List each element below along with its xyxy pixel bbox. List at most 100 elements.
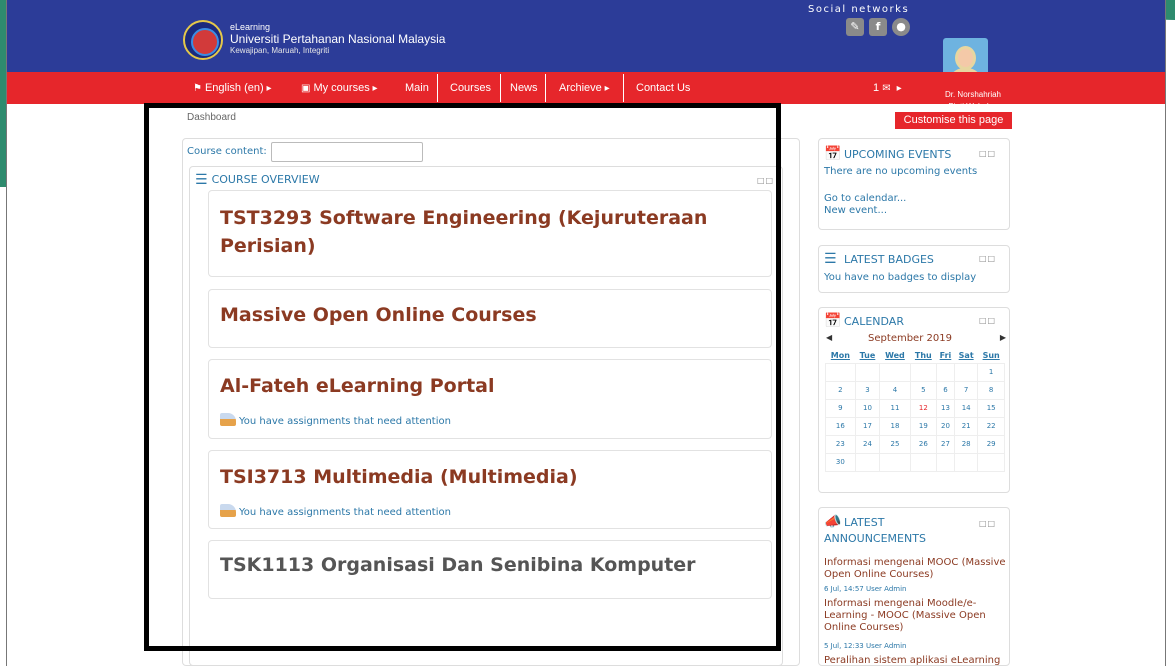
calendar-day[interactable]: 17 — [854, 416, 881, 436]
calendar-day[interactable]: 23 — [825, 434, 856, 454]
calendar-day[interactable]: 16 — [825, 416, 856, 436]
nav-courses[interactable]: Courses — [450, 72, 491, 104]
calendar-day — [909, 362, 937, 382]
next-month-icon[interactable]: ▶ — [1000, 333, 1006, 342]
nav-main[interactable]: Main — [405, 72, 429, 104]
course-content-search-input[interactable] — [271, 142, 423, 162]
breadcrumb[interactable]: Dashboard — [187, 112, 236, 123]
nav-contact[interactable]: Contact Us — [636, 72, 690, 104]
nav-archieve[interactable]: Archieve ▸ — [559, 72, 613, 104]
announcements-heading-line1: LATEST — [844, 516, 885, 529]
briefcase-icon: ▣ — [301, 83, 311, 94]
calendar-week-row: 30 — [825, 452, 1005, 472]
announcement-link[interactable]: Informasi mengenai MOOC (Massive Open Onl… — [824, 557, 1009, 581]
calendar-day[interactable]: 18 — [879, 416, 911, 436]
announcement-link[interactable]: Informasi mengenai Moodle/e- Learning - M… — [824, 598, 1009, 634]
calendar-day — [854, 362, 881, 382]
calendar-day — [977, 452, 1005, 472]
assignment-alert[interactable]: You have assignments that need attention — [220, 504, 451, 518]
course-title-link[interactable]: TSI3713 Multimedia (Multimedia) — [220, 463, 578, 491]
university-logo[interactable] — [183, 20, 223, 60]
course-item[interactable]: TSK1113 Organisasi Dan Senibina Komputer — [208, 540, 772, 599]
latest-badges-title: ☰ LATEST BADGES — [824, 251, 934, 267]
caret-right-icon: ▸ — [369, 83, 378, 94]
announcement-link[interactable]: Peralihan sistem aplikasi eLearning — [824, 655, 1009, 666]
course-title-link[interactable]: TST3293 Software Engineering (Kejurutera… — [220, 204, 707, 260]
new-event-link[interactable]: New event... — [824, 205, 887, 217]
announcement-meta: 5 Jul, 12:33 User Admin — [824, 642, 907, 650]
course-title-link[interactable]: Massive Open Online Courses — [220, 301, 537, 329]
calendar-day[interactable]: 19 — [909, 416, 937, 436]
calendar-day[interactable]: 14 — [954, 398, 979, 418]
caret-right-icon: ▸ — [601, 83, 610, 94]
course-item[interactable]: TST3293 Software Engineering (Kejurutera… — [208, 190, 772, 277]
calendar-day[interactable]: 9 — [825, 398, 856, 418]
block-controls-icon[interactable]: □□ — [757, 176, 774, 185]
customise-page-button[interactable]: Customise this page — [895, 112, 1012, 129]
calendar-day — [935, 452, 956, 472]
nav-divider — [437, 74, 438, 102]
calendar-day[interactable]: 10 — [854, 398, 881, 418]
calendar-day[interactable]: 6 — [935, 380, 956, 400]
block-controls-icon[interactable]: □□ — [979, 149, 996, 158]
calendar-day[interactable]: 11 — [879, 398, 911, 418]
course-title-link[interactable]: TSK1113 Organisasi Dan Senibina Komputer — [220, 551, 696, 579]
calendar-day[interactable]: 26 — [909, 434, 937, 454]
calendar-day — [909, 452, 937, 472]
calendar-day[interactable]: 4 — [879, 380, 911, 400]
block-controls-icon[interactable]: □□ — [979, 519, 996, 528]
calendar-day[interactable]: 12 — [909, 398, 937, 418]
announcement-meta: 6 Jul, 14:57 User Admin — [824, 585, 907, 593]
latest-badges-empty: You have no badges to display — [824, 272, 977, 283]
calendar-day[interactable]: 22 — [977, 416, 1005, 436]
calendar-day — [935, 362, 956, 382]
nav-my-courses[interactable]: ▣ My courses ▸ — [301, 72, 381, 104]
twitter-icon[interactable]: ✎ — [846, 18, 864, 36]
calendar-day[interactable]: 8 — [977, 380, 1005, 400]
facebook-icon[interactable]: f — [869, 18, 887, 36]
assignment-alert[interactable]: You have assignments that need attention — [220, 413, 451, 427]
calendar-day[interactable]: 1 — [977, 362, 1005, 382]
globe-icon[interactable]: ● — [892, 18, 910, 36]
calendar-day[interactable]: 13 — [935, 398, 956, 418]
user-menu[interactable]: Dr. Norshahriah Binti Wahab ▸ — [925, 89, 1021, 113]
calendar-day[interactable]: 27 — [935, 434, 956, 454]
calendar-day[interactable]: 7 — [954, 380, 979, 400]
envelope-icon: ✉ — [882, 83, 891, 94]
course-item[interactable]: TSI3713 Multimedia (Multimedia) You have… — [208, 450, 772, 529]
caret-right-icon: ▸ — [896, 83, 902, 94]
nav-divider — [623, 74, 624, 102]
calendar-day[interactable]: 21 — [954, 416, 979, 436]
calendar-day[interactable]: 15 — [977, 398, 1005, 418]
calendar-day[interactable]: 25 — [879, 434, 911, 454]
course-title-link[interactable]: Al-Fateh eLearning Portal — [220, 372, 495, 400]
course-item[interactable]: Al-Fateh eLearning Portal You have assig… — [208, 359, 772, 439]
user-name-line1: Dr. Norshahriah — [944, 90, 1002, 99]
nav-language[interactable]: ⚑ English (en) ▸ — [193, 72, 274, 104]
go-to-calendar-link[interactable]: Go to calendar... — [824, 193, 906, 205]
calendar-day[interactable]: 28 — [954, 434, 979, 454]
calendar-title: 📅 CALENDAR — [824, 313, 904, 329]
calendar-day[interactable]: 2 — [825, 380, 856, 400]
calendar-day — [825, 362, 856, 382]
block-controls-icon[interactable]: □□ — [979, 316, 996, 325]
block-controls-icon[interactable]: □□ — [979, 254, 996, 263]
site-header — [7, 0, 1165, 72]
weekday-header: Fri — [939, 351, 952, 361]
course-item[interactable]: Massive Open Online Courses — [208, 289, 772, 348]
latest-badges-heading: LATEST BADGES — [844, 253, 934, 266]
nav-messages[interactable]: 1 ✉ ▸ — [873, 72, 905, 104]
calendar-icon: 📅 — [824, 313, 842, 329]
assignment-icon — [220, 504, 236, 517]
assignment-icon — [220, 413, 236, 426]
calendar-day[interactable]: 5 — [909, 380, 937, 400]
nav-divider — [500, 74, 501, 102]
calendar-day[interactable]: 30 — [825, 452, 856, 472]
calendar-grid: Mon Tue Wed Thu Fri Sat Sun 1 2 3 4 5 6 7 8 9 10 1… — [825, 349, 1005, 472]
nav-my-courses-label: My courses — [313, 82, 370, 94]
calendar-day[interactable]: 24 — [854, 434, 881, 454]
nav-news[interactable]: News — [510, 72, 538, 104]
calendar-day[interactable]: 29 — [977, 434, 1005, 454]
calendar-day[interactable]: 20 — [935, 416, 956, 436]
calendar-day[interactable]: 3 — [854, 380, 881, 400]
